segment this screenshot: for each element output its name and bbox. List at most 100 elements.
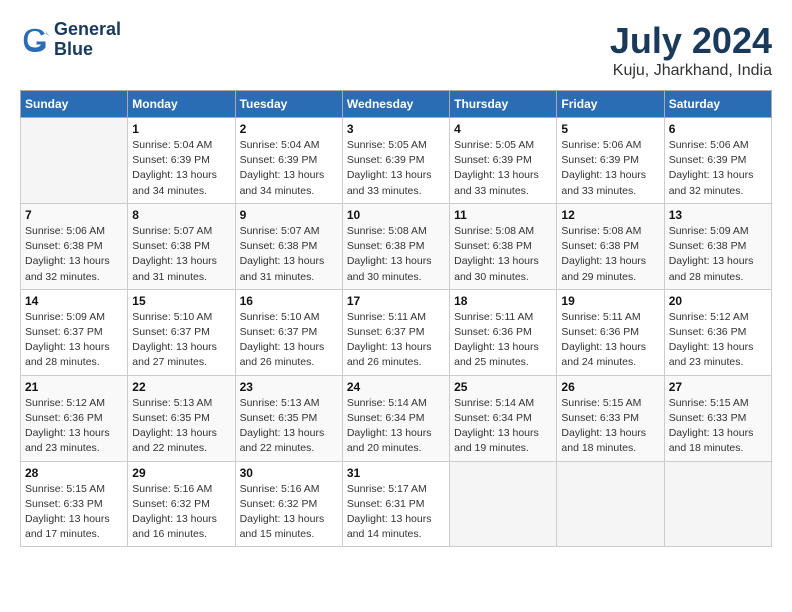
page-header: General Blue July 2024 Kuju, Jharkhand, … [20, 20, 772, 80]
day-cell [450, 461, 557, 547]
day-info: Sunrise: 5:13 AMSunset: 6:35 PMDaylight:… [132, 396, 230, 457]
day-info: Sunrise: 5:04 AMSunset: 6:39 PMDaylight:… [132, 138, 230, 199]
day-cell: 14 Sunrise: 5:09 AMSunset: 6:37 PMDayligh… [21, 289, 128, 375]
day-info: Sunrise: 5:06 AMSunset: 6:39 PMDaylight:… [561, 138, 659, 199]
day-number: 30 [240, 466, 338, 480]
day-cell [664, 461, 771, 547]
day-number: 13 [669, 208, 767, 222]
day-info: Sunrise: 5:08 AMSunset: 6:38 PMDaylight:… [454, 224, 552, 285]
day-number: 17 [347, 294, 445, 308]
day-cell: 21 Sunrise: 5:12 AMSunset: 6:36 PMDayligh… [21, 375, 128, 461]
day-cell: 27 Sunrise: 5:15 AMSunset: 6:33 PMDayligh… [664, 375, 771, 461]
day-number: 3 [347, 122, 445, 136]
logo-line2: Blue [54, 40, 121, 60]
day-info: Sunrise: 5:11 AMSunset: 6:37 PMDaylight:… [347, 310, 445, 371]
day-number: 4 [454, 122, 552, 136]
calendar-header-row: SundayMondayTuesdayWednesdayThursdayFrid… [21, 91, 772, 118]
day-info: Sunrise: 5:07 AMSunset: 6:38 PMDaylight:… [240, 224, 338, 285]
location-title: Kuju, Jharkhand, India [610, 62, 772, 80]
day-number: 28 [25, 466, 123, 480]
day-info: Sunrise: 5:13 AMSunset: 6:35 PMDaylight:… [240, 396, 338, 457]
day-cell: 18 Sunrise: 5:11 AMSunset: 6:36 PMDayligh… [450, 289, 557, 375]
day-cell: 25 Sunrise: 5:14 AMSunset: 6:34 PMDayligh… [450, 375, 557, 461]
day-number: 8 [132, 208, 230, 222]
logo: General Blue [20, 20, 121, 60]
day-info: Sunrise: 5:17 AMSunset: 6:31 PMDaylight:… [347, 482, 445, 543]
week-row-2: 14 Sunrise: 5:09 AMSunset: 6:37 PMDayligh… [21, 289, 772, 375]
day-cell: 23Sunrise: 5:13 AMSunset: 6:35 PMDayligh… [235, 375, 342, 461]
day-info: Sunrise: 5:06 AMSunset: 6:38 PMDaylight:… [25, 224, 123, 285]
week-row-3: 21 Sunrise: 5:12 AMSunset: 6:36 PMDayligh… [21, 375, 772, 461]
day-number: 24 [347, 380, 445, 394]
week-row-4: 28Sunrise: 5:15 AMSunset: 6:33 PMDayligh… [21, 461, 772, 547]
day-info: Sunrise: 5:05 AMSunset: 6:39 PMDaylight:… [347, 138, 445, 199]
day-info: Sunrise: 5:16 AMSunset: 6:32 PMDaylight:… [132, 482, 230, 543]
day-number: 7 [25, 208, 123, 222]
day-number: 31 [347, 466, 445, 480]
day-cell [557, 461, 664, 547]
day-cell: 2Sunrise: 5:04 AMSunset: 6:39 PMDaylight… [235, 118, 342, 204]
day-info: Sunrise: 5:11 AMSunset: 6:36 PMDaylight:… [561, 310, 659, 371]
day-info: Sunrise: 5:09 AMSunset: 6:38 PMDaylight:… [669, 224, 767, 285]
day-cell: 31 Sunrise: 5:17 AMSunset: 6:31 PMDayligh… [342, 461, 449, 547]
col-header-saturday: Saturday [664, 91, 771, 118]
day-number: 11 [454, 208, 552, 222]
day-number: 18 [454, 294, 552, 308]
day-info: Sunrise: 5:05 AMSunset: 6:39 PMDaylight:… [454, 138, 552, 199]
day-cell: 7 Sunrise: 5:06 AMSunset: 6:38 PMDaylight… [21, 203, 128, 289]
day-cell: 24Sunrise: 5:14 AMSunset: 6:34 PMDayligh… [342, 375, 449, 461]
day-number: 20 [669, 294, 767, 308]
day-info: Sunrise: 5:08 AMSunset: 6:38 PMDaylight:… [561, 224, 659, 285]
day-number: 5 [561, 122, 659, 136]
day-info: Sunrise: 5:15 AMSunset: 6:33 PMDaylight:… [669, 396, 767, 457]
col-header-friday: Friday [557, 91, 664, 118]
day-number: 10 [347, 208, 445, 222]
day-number: 14 [25, 294, 123, 308]
day-number: 21 [25, 380, 123, 394]
week-row-0: 1 Sunrise: 5:04 AMSunset: 6:39 PMDaylight… [21, 118, 772, 204]
day-cell: 1 Sunrise: 5:04 AMSunset: 6:39 PMDaylight… [128, 118, 235, 204]
day-cell: 12 Sunrise: 5:08 AMSunset: 6:38 PMDayligh… [557, 203, 664, 289]
day-number: 1 [132, 122, 230, 136]
day-cell: 30 Sunrise: 5:16 AMSunset: 6:32 PMDayligh… [235, 461, 342, 547]
week-row-1: 7 Sunrise: 5:06 AMSunset: 6:38 PMDaylight… [21, 203, 772, 289]
day-number: 29 [132, 466, 230, 480]
title-block: July 2024 Kuju, Jharkhand, India [610, 20, 772, 80]
day-cell: 5 Sunrise: 5:06 AMSunset: 6:39 PMDaylight… [557, 118, 664, 204]
day-info: Sunrise: 5:14 AMSunset: 6:34 PMDaylight:… [454, 396, 552, 457]
day-info: Sunrise: 5:16 AMSunset: 6:32 PMDaylight:… [240, 482, 338, 543]
day-info: Sunrise: 5:15 AMSunset: 6:33 PMDaylight:… [561, 396, 659, 457]
day-info: Sunrise: 5:10 AMSunset: 6:37 PMDaylight:… [240, 310, 338, 371]
day-cell: 6Sunrise: 5:06 AMSunset: 6:39 PMDaylight… [664, 118, 771, 204]
day-cell: 17 Sunrise: 5:11 AMSunset: 6:37 PMDayligh… [342, 289, 449, 375]
logo-text: General Blue [54, 20, 121, 60]
day-cell: 29 Sunrise: 5:16 AMSunset: 6:32 PMDayligh… [128, 461, 235, 547]
calendar-table: SundayMondayTuesdayWednesdayThursdayFrid… [20, 90, 772, 547]
col-header-thursday: Thursday [450, 91, 557, 118]
day-cell: 15Sunrise: 5:10 AMSunset: 6:37 PMDayligh… [128, 289, 235, 375]
day-info: Sunrise: 5:11 AMSunset: 6:36 PMDaylight:… [454, 310, 552, 371]
day-info: Sunrise: 5:08 AMSunset: 6:38 PMDaylight:… [347, 224, 445, 285]
day-number: 25 [454, 380, 552, 394]
day-number: 27 [669, 380, 767, 394]
day-number: 19 [561, 294, 659, 308]
day-info: Sunrise: 5:06 AMSunset: 6:39 PMDaylight:… [669, 138, 767, 199]
day-cell: 10 Sunrise: 5:08 AMSunset: 6:38 PMDayligh… [342, 203, 449, 289]
day-cell: 13 Sunrise: 5:09 AMSunset: 6:38 PMDayligh… [664, 203, 771, 289]
day-cell: 19 Sunrise: 5:11 AMSunset: 6:36 PMDayligh… [557, 289, 664, 375]
col-header-sunday: Sunday [21, 91, 128, 118]
day-number: 12 [561, 208, 659, 222]
col-header-tuesday: Tuesday [235, 91, 342, 118]
day-cell: 16Sunrise: 5:10 AMSunset: 6:37 PMDayligh… [235, 289, 342, 375]
logo-icon [20, 25, 50, 55]
col-header-wednesday: Wednesday [342, 91, 449, 118]
day-number: 22 [132, 380, 230, 394]
day-cell: 8Sunrise: 5:07 AMSunset: 6:38 PMDaylight… [128, 203, 235, 289]
day-cell: 3 Sunrise: 5:05 AMSunset: 6:39 PMDaylight… [342, 118, 449, 204]
day-cell: 9Sunrise: 5:07 AMSunset: 6:38 PMDaylight… [235, 203, 342, 289]
day-info: Sunrise: 5:12 AMSunset: 6:36 PMDaylight:… [25, 396, 123, 457]
day-cell: 22 Sunrise: 5:13 AMSunset: 6:35 PMDayligh… [128, 375, 235, 461]
logo-line1: General [54, 20, 121, 40]
day-info: Sunrise: 5:10 AMSunset: 6:37 PMDaylight:… [132, 310, 230, 371]
day-info: Sunrise: 5:09 AMSunset: 6:37 PMDaylight:… [25, 310, 123, 371]
